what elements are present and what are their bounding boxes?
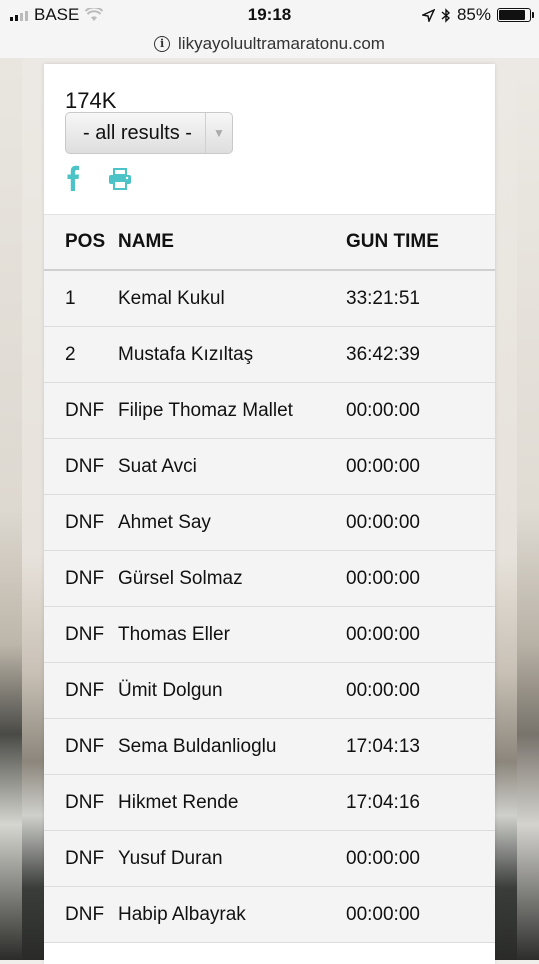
url-bar[interactable]: i likyayoluultramaratonu.com bbox=[0, 30, 539, 58]
name-cell: Habip Albayrak bbox=[118, 903, 246, 925]
table-row[interactable]: DNF Ümit Dolgun 00:00:00 bbox=[44, 663, 495, 719]
column-header-name[interactable]: NAME bbox=[118, 231, 346, 253]
table-row[interactable]: DNF Habip Albayrak 00:00:00 bbox=[44, 887, 495, 943]
position-cell: DNF bbox=[65, 735, 105, 757]
position-cell: DNF bbox=[65, 511, 105, 533]
gun-time-cell: 33:21:51 bbox=[346, 287, 420, 309]
position-cell: DNF bbox=[65, 903, 105, 925]
name-cell: Filipe Thomaz Mallet bbox=[118, 399, 293, 421]
table-header: POS NAME GUN TIME bbox=[44, 215, 495, 271]
table-row[interactable]: DNF Yusuf Duran 00:00:00 bbox=[44, 831, 495, 887]
name-cell: Hikmet Rende bbox=[118, 791, 239, 813]
position-cell: DNF bbox=[65, 399, 105, 421]
gun-time-cell: 17:04:16 bbox=[346, 791, 420, 813]
table-row[interactable]: 1 Kemal Kukul 33:21:51 bbox=[44, 271, 495, 327]
position-cell: 2 bbox=[65, 343, 76, 365]
chevron-down-icon[interactable]: ▼ bbox=[205, 113, 232, 153]
gun-time-cell: 00:00:00 bbox=[346, 847, 420, 869]
battery-percent: 85% bbox=[456, 5, 491, 24]
name-cell: Kemal Kukul bbox=[118, 287, 225, 309]
bluetooth-icon bbox=[441, 7, 450, 23]
table-row[interactable]: DNF Sema Buldanlioglu 17:04:13 bbox=[44, 719, 495, 775]
column-header-gun-time[interactable]: GUN TIME bbox=[346, 231, 495, 253]
info-icon[interactable]: i bbox=[154, 36, 171, 52]
location-arrow-icon bbox=[421, 8, 435, 22]
gun-time-cell: 00:00:00 bbox=[346, 399, 420, 421]
table-row[interactable]: DNF Thomas Eller 00:00:00 bbox=[44, 607, 495, 663]
name-cell: Suat Avci bbox=[118, 455, 197, 477]
status-right: 85% bbox=[421, 5, 534, 25]
table-body: 1 Kemal Kukul 33:21:51 2 Mustafa Kızıltaş 36:… bbox=[44, 271, 495, 943]
name-cell: Yusuf Duran bbox=[118, 847, 223, 869]
name-cell: Thomas Eller bbox=[118, 623, 230, 645]
results-filter-select[interactable]: - all results - ▼ bbox=[65, 112, 233, 154]
position-cell: DNF bbox=[65, 455, 105, 477]
table-row[interactable]: DNF Suat Avci 00:00:00 bbox=[44, 439, 495, 495]
gun-time-cell: 17:04:13 bbox=[346, 735, 420, 757]
race-title: 174K bbox=[65, 88, 117, 113]
facebook-icon[interactable] bbox=[66, 165, 80, 191]
name-cell: Sema Buldanlioglu bbox=[118, 735, 277, 757]
position-cell: DNF bbox=[65, 623, 105, 645]
name-cell: Mustafa Kızıltaş bbox=[118, 343, 254, 365]
url-text[interactable]: likyayoluultramaratonu.com bbox=[178, 34, 385, 54]
name-cell: Ümit Dolgun bbox=[118, 679, 223, 701]
select-value[interactable]: - all results - bbox=[66, 122, 205, 145]
gun-time-cell: 00:00:00 bbox=[346, 623, 420, 645]
gun-time-cell: 36:42:39 bbox=[346, 343, 420, 365]
position-cell: DNF bbox=[65, 847, 105, 869]
table-row[interactable]: DNF Filipe Thomaz Mallet 00:00:00 bbox=[44, 383, 495, 439]
column-header-pos[interactable]: POS bbox=[44, 231, 118, 253]
table-row[interactable]: DNF Ahmet Say 00:00:00 bbox=[44, 495, 495, 551]
table-row[interactable]: 2 Mustafa Kızıltaş 36:42:39 bbox=[44, 327, 495, 383]
position-cell: 1 bbox=[65, 287, 76, 309]
print-icon[interactable] bbox=[108, 168, 132, 190]
name-cell: Ahmet Say bbox=[118, 511, 211, 533]
card-header: 174K - all results - ▼ bbox=[44, 64, 495, 214]
position-cell: DNF bbox=[65, 679, 105, 701]
gun-time-cell: 00:00:00 bbox=[346, 903, 420, 925]
gun-time-cell: 00:00:00 bbox=[346, 679, 420, 701]
battery-icon bbox=[497, 8, 534, 22]
gun-time-cell: 00:00:00 bbox=[346, 567, 420, 589]
position-cell: DNF bbox=[65, 567, 105, 589]
results-table: POS NAME GUN TIME 1 Kemal Kukul 33:21:51 2 M… bbox=[44, 214, 495, 943]
name-cell: Gürsel Solmaz bbox=[118, 567, 243, 589]
gun-time-cell: 00:00:00 bbox=[346, 455, 420, 477]
gun-time-cell: 00:00:00 bbox=[346, 511, 420, 533]
status-bar: BASE 19:18 85% bbox=[0, 0, 539, 30]
position-cell: DNF bbox=[65, 791, 105, 813]
table-row[interactable]: DNF Hikmet Rende 17:04:16 bbox=[44, 775, 495, 831]
table-row[interactable]: DNF Gürsel Solmaz 00:00:00 bbox=[44, 551, 495, 607]
results-card: 174K - all results - ▼ POS NAME GUN TIME… bbox=[44, 64, 495, 964]
